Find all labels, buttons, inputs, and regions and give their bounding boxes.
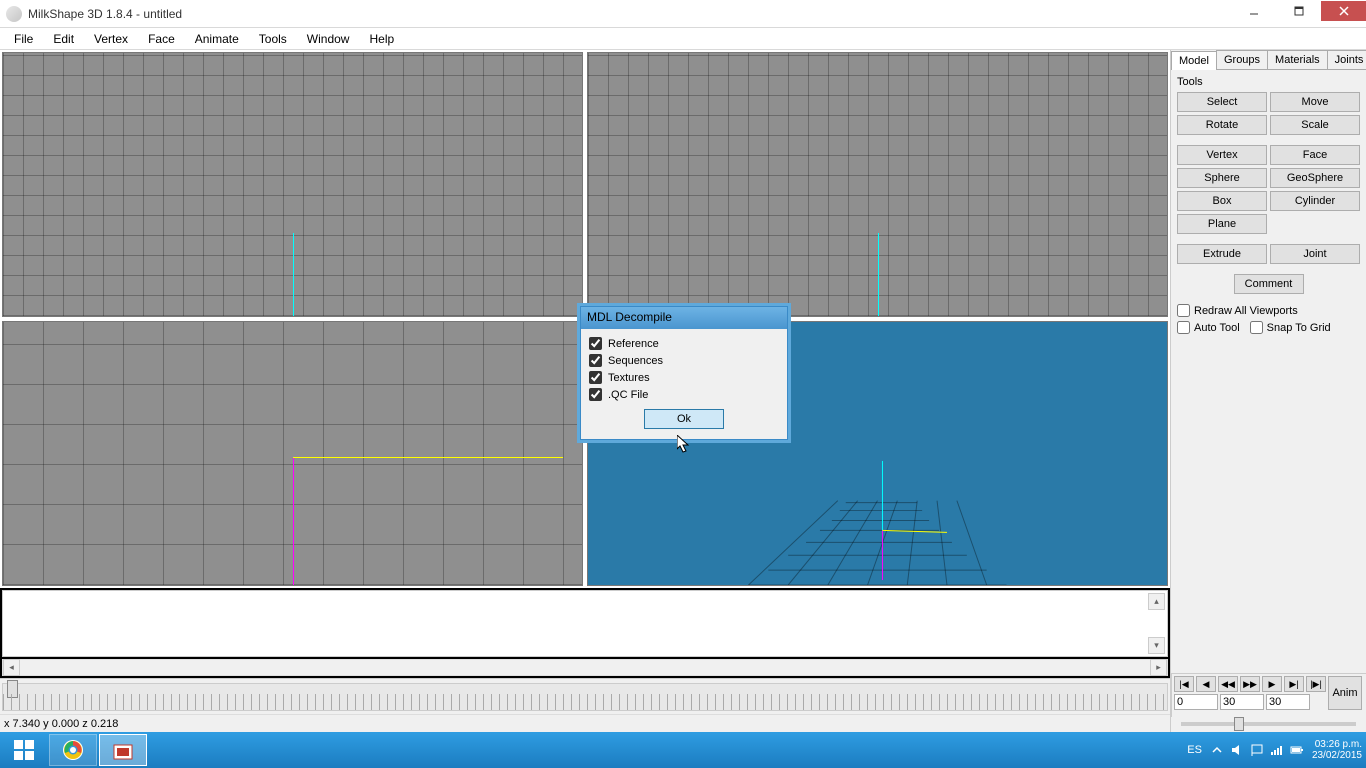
flag-icon[interactable] bbox=[1250, 743, 1264, 757]
move-button[interactable]: Move bbox=[1270, 92, 1360, 112]
face-button[interactable]: Face bbox=[1270, 145, 1360, 165]
milkshape-icon bbox=[112, 739, 134, 761]
anim-rew-button[interactable]: ◀◀ bbox=[1218, 676, 1238, 692]
chrome-icon bbox=[62, 739, 84, 761]
taskbar: ES 03:26 p.m. 23/02/2015 bbox=[0, 732, 1366, 768]
menu-help[interactable]: Help bbox=[361, 30, 402, 48]
log-scrollbar[interactable]: ▴ ▾ bbox=[1148, 593, 1165, 654]
anim-loop-button[interactable]: |▶| bbox=[1306, 676, 1326, 692]
tools-label: Tools bbox=[1177, 76, 1360, 88]
battery-icon[interactable] bbox=[1290, 743, 1304, 757]
minimize-button[interactable] bbox=[1231, 1, 1276, 21]
scale-button[interactable]: Scale bbox=[1270, 115, 1360, 135]
tray-up-icon[interactable] bbox=[1210, 743, 1224, 757]
anim-first-button[interactable]: |◀ bbox=[1174, 676, 1194, 692]
geosphere-button[interactable]: GeoSphere bbox=[1270, 168, 1360, 188]
titlebar: MilkShape 3D 1.8.4 - untitled bbox=[0, 0, 1366, 28]
sphere-button[interactable]: Sphere bbox=[1177, 168, 1267, 188]
maximize-button[interactable] bbox=[1276, 1, 1321, 21]
viewport-top-left[interactable] bbox=[2, 52, 583, 317]
dialog-title[interactable]: MDL Decompile bbox=[581, 307, 787, 329]
menu-tools[interactable]: Tools bbox=[251, 30, 295, 48]
clock[interactable]: 03:26 p.m. 23/02/2015 bbox=[1312, 739, 1362, 761]
anim-frame-start[interactable] bbox=[1174, 694, 1218, 710]
timeline-track[interactable] bbox=[2, 683, 1168, 711]
comment-button[interactable]: Comment bbox=[1234, 274, 1304, 294]
rotate-button[interactable]: Rotate bbox=[1177, 115, 1267, 135]
menu-window[interactable]: Window bbox=[299, 30, 358, 48]
system-tray: ES 03:26 p.m. 23/02/2015 bbox=[1187, 739, 1366, 761]
timeline bbox=[0, 678, 1170, 714]
select-button[interactable]: Select bbox=[1177, 92, 1267, 112]
cylinder-button[interactable]: Cylinder bbox=[1270, 191, 1360, 211]
viewport-top-right[interactable] bbox=[587, 52, 1168, 317]
task-chrome[interactable] bbox=[49, 734, 97, 766]
joint-button[interactable]: Joint bbox=[1270, 244, 1360, 264]
anim-prev-button[interactable]: ◀ bbox=[1196, 676, 1216, 692]
redraw-check[interactable]: Redraw All Viewports bbox=[1177, 304, 1360, 317]
reference-check[interactable]: Reference bbox=[589, 337, 779, 350]
anim-speed-slider[interactable] bbox=[1171, 719, 1366, 732]
textures-check[interactable]: Textures bbox=[589, 371, 779, 384]
menu-file[interactable]: File bbox=[6, 30, 41, 48]
windows-icon bbox=[14, 740, 34, 760]
scroll-left-icon[interactable]: ◂ bbox=[3, 659, 20, 676]
volume-icon[interactable] bbox=[1230, 743, 1244, 757]
app-icon bbox=[6, 6, 22, 22]
scroll-right-icon[interactable]: ▸ bbox=[1150, 659, 1167, 676]
scroll-up-icon[interactable]: ▴ bbox=[1148, 593, 1165, 610]
tab-joints[interactable]: Joints bbox=[1327, 50, 1366, 69]
scroll-down-icon[interactable]: ▾ bbox=[1148, 637, 1165, 654]
box-button[interactable]: Box bbox=[1177, 191, 1267, 211]
anim-frame-b[interactable] bbox=[1266, 694, 1310, 710]
anim-toggle-button[interactable]: Anim bbox=[1328, 676, 1362, 710]
menu-vertex[interactable]: Vertex bbox=[86, 30, 136, 48]
tab-materials[interactable]: Materials bbox=[1267, 50, 1328, 69]
tab-model[interactable]: Model bbox=[1171, 51, 1217, 70]
ok-button[interactable]: Ok bbox=[644, 409, 724, 429]
task-milkshape[interactable] bbox=[99, 734, 147, 766]
panel-tabs: Model Groups Materials Joints bbox=[1171, 50, 1366, 70]
vertex-button[interactable]: Vertex bbox=[1177, 145, 1267, 165]
menu-face[interactable]: Face bbox=[140, 30, 183, 48]
log-area: ▴ ▾ bbox=[2, 590, 1168, 657]
anim-next-button[interactable]: ▶ bbox=[1262, 676, 1282, 692]
log-hscroll[interactable]: ◂ ▸ bbox=[2, 659, 1168, 676]
menubar: File Edit Vertex Face Animate Tools Wind… bbox=[0, 28, 1366, 50]
extrude-button[interactable]: Extrude bbox=[1177, 244, 1267, 264]
lang-indicator[interactable]: ES bbox=[1187, 744, 1202, 756]
menu-animate[interactable]: Animate bbox=[187, 30, 247, 48]
side-panel: Model Groups Materials Joints Tools Sele… bbox=[1170, 50, 1366, 732]
anim-frame-a[interactable] bbox=[1220, 694, 1264, 710]
qcfile-check[interactable]: .QC File bbox=[589, 388, 779, 401]
anim-fwd-button[interactable]: ▶▶ bbox=[1240, 676, 1260, 692]
window-buttons bbox=[1231, 0, 1366, 28]
plane-button[interactable]: Plane bbox=[1177, 214, 1267, 234]
menu-edit[interactable]: Edit bbox=[45, 30, 82, 48]
snap-check[interactable]: Snap To Grid bbox=[1250, 321, 1331, 334]
sequences-check[interactable]: Sequences bbox=[589, 354, 779, 367]
autotool-check[interactable]: Auto Tool bbox=[1177, 321, 1240, 334]
window-title: MilkShape 3D 1.8.4 - untitled bbox=[28, 7, 182, 21]
anim-last-button[interactable]: ▶| bbox=[1284, 676, 1304, 692]
viewport-bottom-left[interactable] bbox=[2, 321, 583, 586]
status-coords: x 7.340 y 0.000 z 0.218 bbox=[4, 718, 118, 730]
tab-groups[interactable]: Groups bbox=[1216, 50, 1268, 69]
mdl-decompile-dialog: MDL Decompile Reference Sequences Textur… bbox=[580, 306, 788, 440]
start-button[interactable] bbox=[0, 732, 48, 768]
statusbar: x 7.340 y 0.000 z 0.218 bbox=[0, 714, 1170, 732]
network-icon[interactable] bbox=[1270, 743, 1284, 757]
close-button[interactable] bbox=[1321, 1, 1366, 21]
